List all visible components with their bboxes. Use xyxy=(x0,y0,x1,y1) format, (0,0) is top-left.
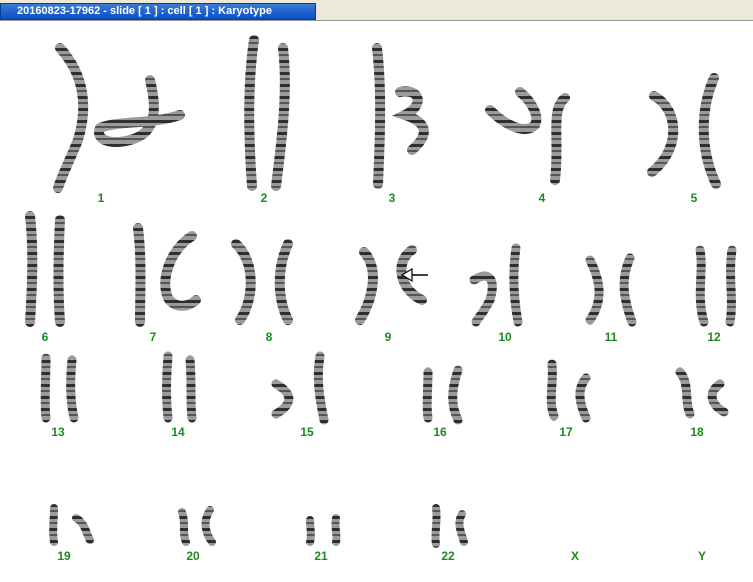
chromosome-pair-6 xyxy=(25,211,65,327)
chromosome-label-2: 2 xyxy=(260,191,268,205)
chromosome-label-21: 21 xyxy=(314,549,328,563)
chromosome-pair-8 xyxy=(231,239,293,325)
chromosome-pair-12 xyxy=(695,245,737,327)
chromosome-pair-15 xyxy=(271,351,329,425)
chromosome-pair-17 xyxy=(546,359,591,423)
chromosome-label-y: Y xyxy=(697,549,706,563)
chromosome-pair-4 xyxy=(485,87,570,185)
karyotype-image xyxy=(25,35,737,548)
chromosome-label-8: 8 xyxy=(265,330,273,344)
chromosome-label-18: 18 xyxy=(690,425,704,439)
chromosome-label-9: 9 xyxy=(384,330,392,344)
chromosome-label-4: 4 xyxy=(538,191,546,205)
chromosome-label-5: 5 xyxy=(690,191,698,205)
chromosome-pair-1 xyxy=(53,43,185,193)
chromosome-pair-22 xyxy=(431,504,468,548)
chromosome-label-6: 6 xyxy=(41,330,49,344)
chromosome-pair-10 xyxy=(469,243,523,327)
chromosome-pair-16 xyxy=(422,365,463,425)
chromosome-pair-21 xyxy=(306,514,341,546)
chromosome-label-14: 14 xyxy=(171,425,185,439)
arrow-icon xyxy=(400,267,428,283)
chromosome-pair-14 xyxy=(162,351,197,423)
chromosome-pair-2 xyxy=(244,35,290,191)
chromosome-pair-13 xyxy=(40,353,79,423)
chromosome-pair-3 xyxy=(372,43,429,189)
chromosome-label-19: 19 xyxy=(57,549,71,563)
chromosome-label-7: 7 xyxy=(149,330,157,344)
chromosome-label-16: 16 xyxy=(433,425,447,439)
chromosome-label-1: 1 xyxy=(97,191,105,205)
chromosome-pair-18 xyxy=(675,367,729,419)
chromosome-pair-11 xyxy=(585,253,637,327)
chromosome-label-17: 17 xyxy=(559,425,573,439)
chromosome-pair-20 xyxy=(178,506,216,546)
chromosome-label-12: 12 xyxy=(707,330,721,344)
chromosome-label-10: 10 xyxy=(498,330,512,344)
chromosome-label-11: 11 xyxy=(604,330,618,344)
chromosome-label-13: 13 xyxy=(51,425,65,439)
chromosome-label-20: 20 xyxy=(186,549,200,563)
chromosome-label-15: 15 xyxy=(300,425,314,439)
chromosome-pair-9 xyxy=(355,245,427,325)
chromosome-label-x: X xyxy=(570,549,579,563)
chromosome-label-3: 3 xyxy=(388,191,396,205)
chromosome-label-22: 22 xyxy=(441,549,455,563)
window-title: 20160823-17962 - slide [ 1 ] : cell [ 1 … xyxy=(0,3,316,20)
chromosome-pair-5 xyxy=(647,73,721,189)
chromosome-pair-7 xyxy=(133,223,201,327)
title-bar: 20160823-17962 - slide [ 1 ] : cell [ 1 … xyxy=(0,0,753,20)
chromosome-pair-19 xyxy=(49,504,94,546)
